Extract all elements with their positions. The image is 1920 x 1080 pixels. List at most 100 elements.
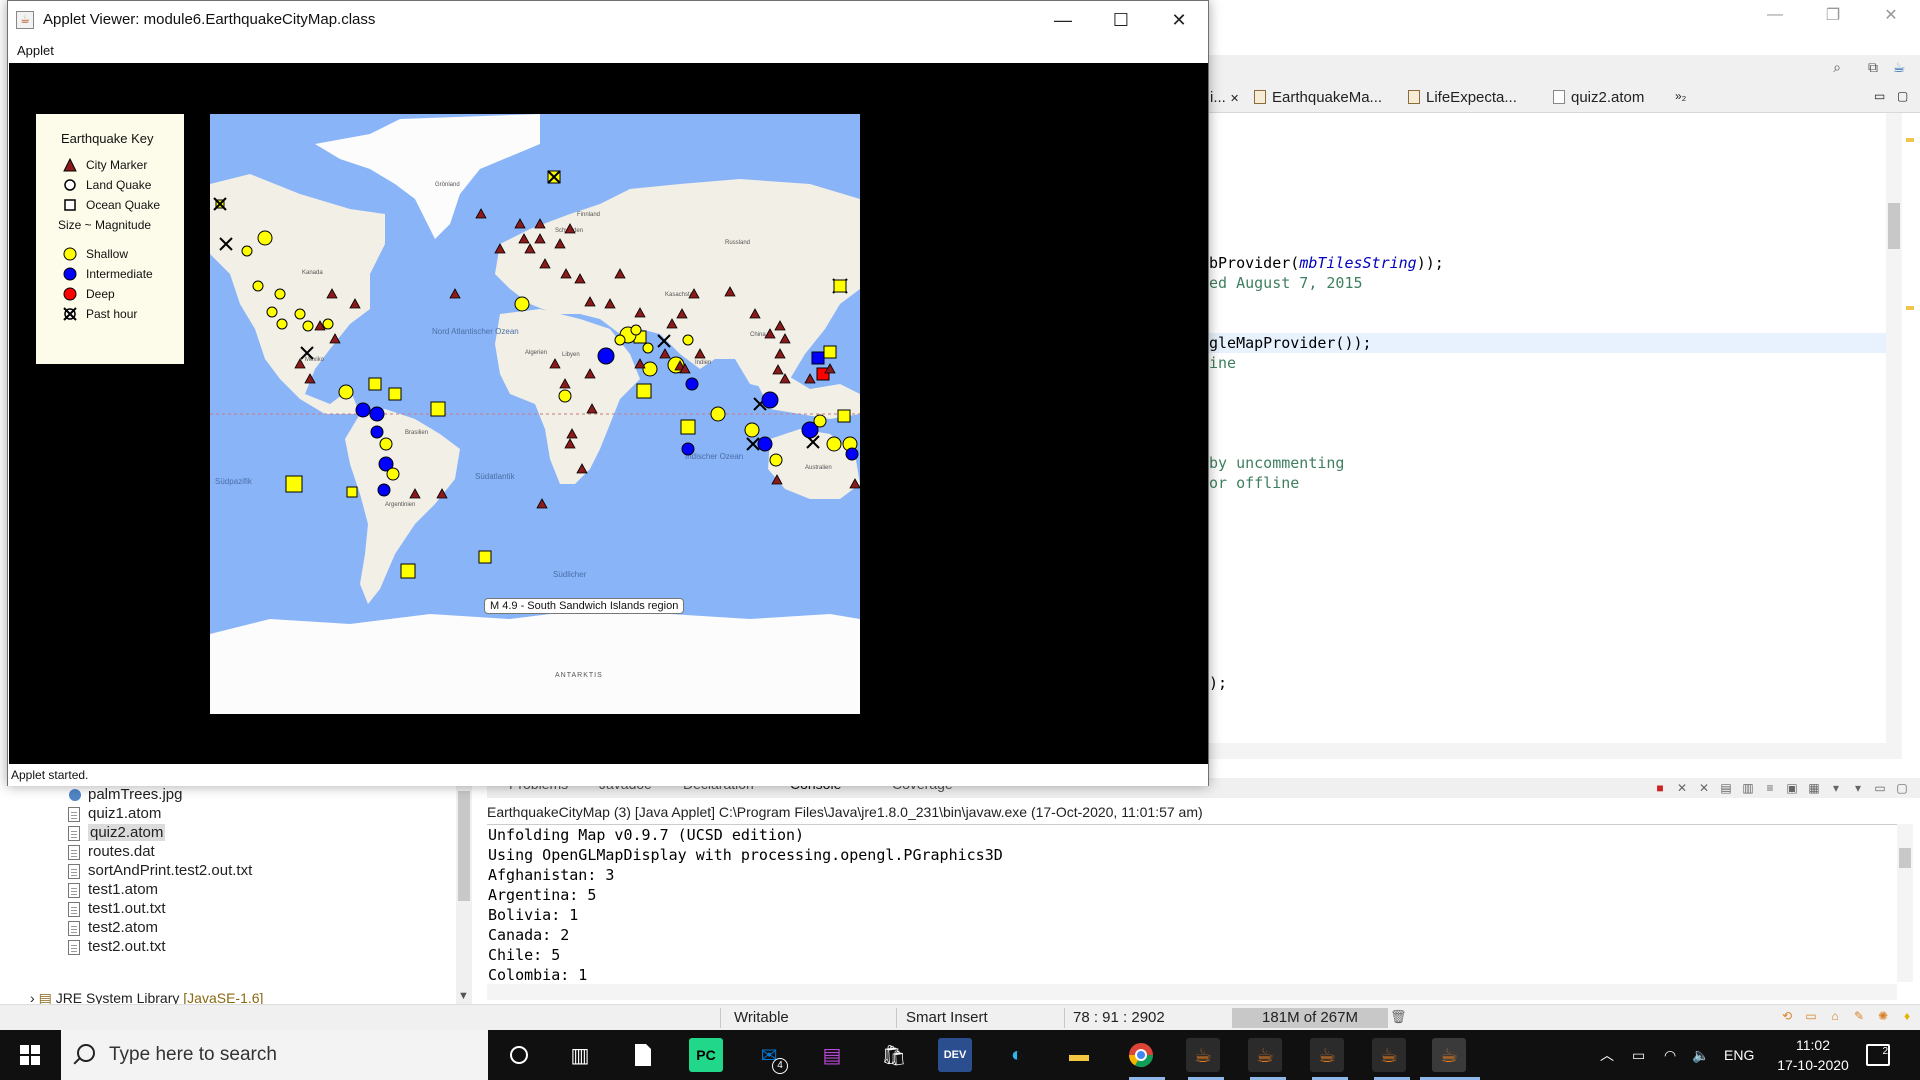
taskbar-search[interactable]: Type here to search [61,1030,488,1080]
minimize-view-icon[interactable]: ▭ [1872,780,1888,796]
land-quake-marker[interactable] [630,324,642,336]
applet-canvas[interactable]: Earthquake Key City Marker Land Quake Oc… [9,63,1208,764]
close-icon[interactable]: ✕ [1862,0,1920,30]
land-quake-marker[interactable] [681,442,695,456]
land-quake-marker[interactable] [845,447,859,461]
restore-icon[interactable]: ❐ [1804,0,1862,30]
notepad-icon[interactable] [626,1038,660,1072]
explorer-scrollbar[interactable]: ▼ [456,786,472,1004]
world-map[interactable]: Grönland Nord Atlantischer Ozean Südatla… [210,114,860,714]
tab-life-expectancy[interactable]: LifeExpecta... [1408,89,1517,111]
ocean-quake-marker[interactable] [811,351,825,365]
open-perspective-icon[interactable]: ⧉ [1863,59,1883,79]
store-icon[interactable]: 🛍 [877,1038,911,1072]
code-editor[interactable]: bProvider(mbTilesString)); ed August 7, … [1209,113,1887,743]
tree-item-test2-out[interactable]: test2.out.txt [68,938,166,958]
land-quake-marker[interactable] [369,406,385,422]
expand-arrow-icon[interactable]: › [30,990,35,1004]
tree-item-quiz2[interactable]: quiz2.atom [68,824,166,844]
console-output[interactable]: Unfolding Map v0.9.7 (UCSD edition) Usin… [487,824,1897,984]
land-quake-marker[interactable] [744,422,760,438]
tree-item-jre-library[interactable]: › ▤ JRE System Library [JavaSE-1.6] [30,990,263,1004]
land-quake-marker[interactable] [597,347,615,365]
heap-status[interactable]: 181M of 267M [1232,1008,1388,1028]
java-perspective-icon[interactable]: ☕ [1889,59,1909,79]
ocean-quake-marker[interactable] [837,409,851,423]
cortana-icon[interactable] [502,1038,536,1072]
tree-item-quiz1[interactable]: quiz1.atom [68,805,161,825]
land-quake-marker[interactable] [710,406,726,422]
open-console-icon[interactable]: ▾ [1850,780,1866,796]
minimize-view-icon[interactable]: ▭ [1874,89,1885,111]
tree-item-test2-atom[interactable]: test2.atom [68,919,158,939]
file-explorer-icon[interactable]: ▬ [1062,1038,1096,1072]
more-tabs-button[interactable]: »₂ [1675,89,1686,111]
chrome-icon[interactable] [1124,1038,1158,1072]
ocean-quake-marker[interactable] [636,383,652,399]
land-quake-marker[interactable] [294,308,306,320]
land-quake-marker[interactable] [614,334,626,346]
dev-cpp-icon[interactable]: DEV [938,1038,972,1072]
land-quake-marker[interactable] [377,483,391,497]
editor-vertical-scrollbar[interactable] [1886,113,1902,743]
terminal-icon[interactable]: ▤ [815,1038,849,1072]
land-quake-marker[interactable] [252,280,264,292]
applet-title-bar[interactable]: ☕ Applet Viewer: module6.EarthquakeCityM… [8,1,1208,39]
mail-icon[interactable]: ✉ 4 [752,1038,788,1074]
maximize-icon[interactable]: ☐ [1092,1,1150,39]
system-clock[interactable]: 11:02 17-10-2020 [1768,1035,1858,1075]
editor-horizontal-scrollbar[interactable] [1209,743,1902,759]
remove-launch-icon[interactable]: ✕ [1674,780,1690,796]
land-quake-marker[interactable] [370,425,384,439]
tray-chevron-icon[interactable]: ︿ [1600,1030,1614,1080]
show-on-output-icon[interactable]: ▣ [1784,780,1800,796]
language-indicator[interactable]: ENG [1724,1030,1754,1080]
land-quake-marker[interactable] [386,467,400,481]
java-icon[interactable]: ☕ [1186,1038,1220,1072]
java-icon-active[interactable]: ☕ [1432,1038,1466,1072]
build-icon[interactable]: ⌂ [1826,1009,1844,1027]
land-quake-marker[interactable] [642,342,654,354]
edge-icon[interactable]: ◐ [1000,1038,1034,1072]
start-button[interactable] [0,1030,60,1080]
minimize-icon[interactable]: — [1034,1,1092,39]
maximize-view-icon[interactable]: ▢ [1897,89,1908,111]
overview-ruler-mark[interactable] [1906,138,1914,142]
land-quake-marker[interactable] [241,245,253,257]
land-quake-marker[interactable] [338,384,354,400]
ocean-quake-marker[interactable] [823,345,837,359]
tools-icon[interactable]: ✎ [1850,1009,1868,1027]
notification-center-icon[interactable]: 2 [1866,1044,1890,1066]
minimize-icon[interactable]: — [1746,0,1804,30]
tree-item-palmtrees[interactable]: palmTrees.jpg [69,786,182,806]
land-quake-marker[interactable] [826,436,842,452]
ocean-quake-marker[interactable] [346,486,358,498]
settings-icon[interactable]: ✺ [1874,1009,1892,1027]
volume-icon[interactable]: 🔈 [1692,1030,1709,1080]
java-icon[interactable]: ☕ [1310,1038,1344,1072]
scrollbar-thumb[interactable] [458,791,470,901]
land-quake-marker[interactable] [558,389,572,403]
terminate-icon[interactable]: ■ [1652,780,1668,796]
tree-item-test1-out[interactable]: test1.out.txt [68,900,166,920]
scrollbar-thumb[interactable] [1899,848,1911,868]
land-quake-marker[interactable] [355,402,371,418]
land-quake-marker[interactable] [761,391,779,409]
tip-icon[interactable]: ♦ [1898,1009,1916,1027]
land-quake-marker[interactable] [274,288,286,300]
tree-item-sortandprint[interactable]: sortAndPrint.test2.out.txt [68,862,252,882]
console-horizontal-scrollbar[interactable] [487,984,1897,1000]
ocean-quake-marker[interactable] [680,419,696,435]
word-wrap-icon[interactable]: ≡ [1762,780,1778,796]
sync-icon[interactable]: ⟲ [1778,1009,1796,1027]
garbage-collect-icon[interactable]: 🗑 [1390,1009,1407,1027]
pin-console-icon[interactable]: ▦ [1806,780,1822,796]
battery-icon[interactable]: ▭ [1632,1030,1645,1080]
task-icon[interactable]: ▭ [1802,1009,1820,1027]
pycharm-icon[interactable]: PC [689,1038,723,1072]
menu-applet[interactable]: Applet [17,43,54,58]
search-icon[interactable]: ⌕ [1827,59,1847,79]
ocean-quake-marker[interactable] [478,550,492,564]
land-quake-marker[interactable] [302,320,314,332]
land-quake-marker[interactable] [769,453,783,467]
